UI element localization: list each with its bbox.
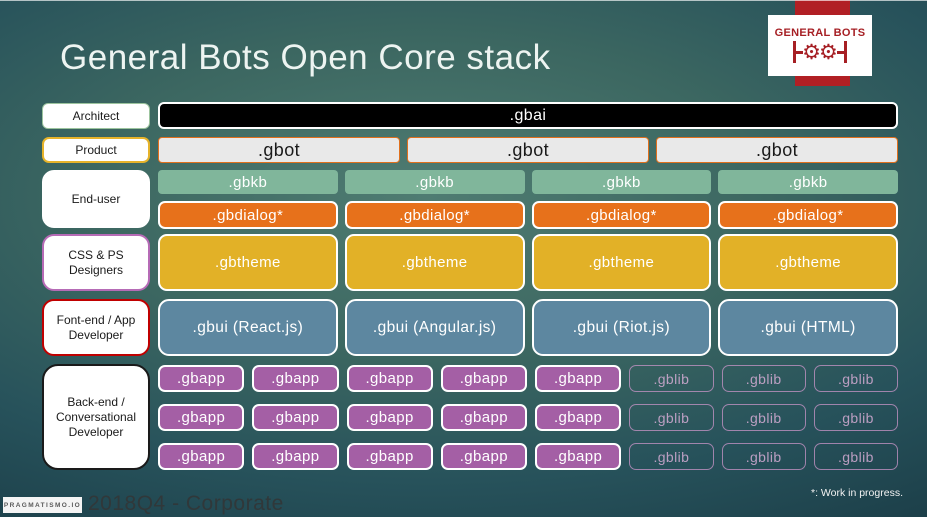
box-gbkb-4: .gbkb (718, 170, 898, 194)
box-gbtheme-3: .gbtheme (531, 234, 712, 291)
box-gbui-html: .gbui (HTML) (718, 299, 898, 356)
box-gbapp: .gbapp (346, 404, 433, 431)
box-gblib: .gblib (721, 404, 806, 431)
row-gbui: .gbui (React.js) .gbui (Angular.js) .gbu… (158, 299, 898, 356)
box-gbapp: .gbapp (535, 365, 622, 392)
box-gbdialog-1: .gbdialog* (158, 201, 338, 229)
box-gbapp: .gbapp (252, 365, 339, 392)
box-gblib: .gblib (629, 365, 714, 392)
row-backend-3: .gbapp .gbapp .gbapp .gbapp .gbapp .gbli… (158, 443, 898, 470)
row-gbdialog: .gbdialog* .gbdialog* .gbdialog* .gbdial… (158, 201, 898, 229)
row-gbai: .gbai (158, 102, 898, 129)
slide-footer-text: 2018Q4 - Corporate (88, 492, 284, 515)
left-bracket-icon (792, 40, 804, 64)
box-gblib: .gblib (813, 443, 898, 470)
right-bracket-icon (836, 40, 848, 64)
box-gbot-3: .gbot (656, 137, 898, 163)
box-gblib: .gblib (721, 365, 806, 392)
box-gbdialog-2: .gbdialog* (344, 201, 525, 229)
box-gbtheme-4: .gbtheme (718, 234, 898, 291)
gears-icon: ⚙ ⚙ (792, 40, 848, 64)
logo-wordmark: GENERAL BOTS (774, 27, 866, 39)
box-gbapp: .gbapp (252, 404, 339, 431)
role-label-end-user: End-user (42, 170, 150, 228)
gear-icon: ⚙ (819, 40, 838, 64)
box-gblib: .gblib (813, 365, 898, 392)
box-gbapp: .gbapp (440, 404, 527, 431)
role-label-backend-conversational-developer: Back-end / Conversational Developer (42, 364, 150, 470)
slide-title: General Bots Open Core stack (60, 38, 551, 77)
row-backend-1: .gbapp .gbapp .gbapp .gbapp .gbapp .gbli… (158, 365, 898, 392)
box-gbapp: .gbapp (440, 443, 527, 470)
box-gbkb-2: .gbkb (344, 170, 525, 194)
box-gbtheme-1: .gbtheme (158, 234, 338, 291)
box-gbkb-1: .gbkb (158, 170, 338, 194)
box-gbapp: .gbapp (158, 443, 245, 470)
slide: General Bots Open Core stack GENERAL BOT… (0, 0, 927, 517)
box-gbapp: .gbapp (346, 365, 433, 392)
box-gbdialog-3: .gbdialog* (531, 201, 712, 229)
box-gbot-1: .gbot (158, 137, 400, 163)
box-gblib: .gblib (813, 404, 898, 431)
box-gbui-riot: .gbui (Riot.js) (531, 299, 712, 356)
box-gbui-angular: .gbui (Angular.js) (344, 299, 525, 356)
box-gbapp: .gbapp (158, 365, 245, 392)
general-bots-logo: GENERAL BOTS ⚙ ⚙ (768, 15, 872, 76)
box-gblib: .gblib (629, 404, 714, 431)
role-label-css-ps-designers: CSS & PS Designers (42, 234, 150, 291)
row-gbkb: .gbkb .gbkb .gbkb .gbkb (158, 170, 898, 194)
box-gbkb-3: .gbkb (531, 170, 712, 194)
box-gbapp: .gbapp (158, 404, 245, 431)
box-gbai: .gbai (158, 102, 898, 129)
box-gbdialog-4: .gbdialog* (718, 201, 898, 229)
box-gbot-2: .gbot (407, 137, 649, 163)
box-gblib: .gblib (629, 443, 714, 470)
box-gbapp: .gbapp (440, 365, 527, 392)
work-in-progress-footnote: *: Work in progress. (810, 487, 903, 499)
box-gbtheme-2: .gbtheme (344, 234, 525, 291)
role-label-product: Product (42, 137, 150, 163)
role-label-frontend-app-developer: Font-end / App Developer (42, 299, 150, 356)
box-gbapp: .gbapp (252, 443, 339, 470)
box-gbui-react: .gbui (React.js) (158, 299, 338, 356)
row-gbtheme: .gbtheme .gbtheme .gbtheme .gbtheme (158, 234, 898, 291)
row-gbot: .gbot .gbot .gbot (158, 137, 898, 163)
row-backend-2: .gbapp .gbapp .gbapp .gbapp .gbapp .gbli… (158, 404, 898, 431)
box-gbapp: .gbapp (346, 443, 433, 470)
role-label-architect: Architect (42, 103, 150, 129)
box-gbapp: .gbapp (535, 404, 622, 431)
box-gbapp: .gbapp (535, 443, 622, 470)
box-gblib: .gblib (721, 443, 806, 470)
pragmatismo-brand-badge: PRAGMATISMO.IO (3, 497, 82, 513)
